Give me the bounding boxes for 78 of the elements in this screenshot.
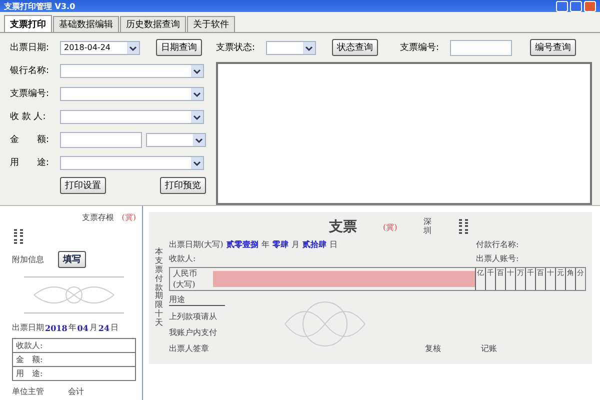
dropdown-caret-icon[interactable] [127,42,139,54]
dropdown-caret-icon[interactable] [191,88,203,100]
instruction-text: 我账户内支付 [169,327,218,338]
dropdown-caret-icon[interactable] [303,42,315,54]
currency-label: 人民币 [173,268,198,279]
dropdown-field[interactable] [60,156,204,170]
date-value: 24 [98,322,110,332]
stub-title: 支票存根 [82,212,114,223]
field-label: 出票日期(大写) [169,239,224,250]
field-label: 收 款 人: [10,110,47,123]
date-value: 贰零壹捌 [226,239,258,250]
stub-row: 金 额: [13,353,135,367]
date-value: 贰拾肆 [302,239,326,250]
field-label: 用 途: [10,156,50,169]
results-list[interactable] [216,62,592,205]
amount-field[interactable] [213,271,475,287]
stub-row-text: 用 途: [15,368,44,380]
minimize-button[interactable] [556,1,568,12]
date-unit: 日 [110,322,119,333]
field-label: 付款行名称: [476,239,520,250]
city-label: 深圳 [423,218,432,236]
signer-label: 会计 [68,386,84,397]
field-label: 银行名称: [10,64,50,77]
date-picker[interactable]: 2018-04-24 [60,40,140,54]
instruction-text: 出票人签章 [169,343,210,354]
number-query-button[interactable]: 编号查询 [530,39,576,56]
region-mark: (冀) [383,222,398,232]
print-button[interactable]: 打印设置 [60,177,106,194]
maximize-button[interactable] [570,1,582,12]
date-value: 04 [77,322,88,332]
field-label: 支票编号: [10,88,50,100]
dropdown-field[interactable] [146,132,206,146]
status-dropdown[interactable] [266,40,316,54]
instruction-text: 上列款项请从 [169,311,218,322]
date-unit: 年 [68,322,76,333]
tab[interactable]: 支票打印 [4,15,52,32]
date-unit: 月 [89,322,98,333]
date-unit: 年 [261,239,270,250]
region-mark: (冀) [122,212,136,223]
serial-number-icon [12,228,26,246]
dropdown-caret-icon[interactable] [193,134,205,146]
tab[interactable]: 关于软件 [187,16,235,32]
dropdown-field[interactable] [60,64,204,78]
date-query-button[interactable]: 日期查询 [156,39,202,56]
tab[interactable]: 基础数据编辑 [53,16,119,32]
window-title: 支票打印管理 V3.0 [4,2,76,12]
validity-note: 本支票付款期限十天 [155,248,163,328]
tab[interactable]: 历史数据查询 [120,16,186,32]
stub-row: 收款人: [13,339,135,353]
print-button[interactable]: 打印预览 [160,177,206,194]
date-unit: 月 [291,239,300,250]
number-input[interactable] [450,40,512,56]
input-field[interactable] [60,132,142,148]
cheque-title: 支票 [329,218,357,236]
dropdown-caret-icon[interactable] [191,156,203,168]
signer-label: 单位主管 [12,386,44,397]
dropdown-caret-icon[interactable] [191,110,203,122]
field-label: 收款人: [169,253,196,264]
field-label: 用途 [169,294,225,306]
field-label: 支票状态: [216,42,256,54]
field-label: 出票日期: [10,42,50,54]
date-value: 零肆 [272,239,288,250]
field-label: 附加信息 [12,254,44,265]
field-label: 支票编号: [400,42,440,54]
dropdown-field[interactable] [60,110,204,124]
signer-label: 复核 [425,343,441,354]
currency-note: (大写) [173,279,196,290]
fill-in-button[interactable]: 填写 [58,251,86,268]
status-query-button[interactable]: 状态查询 [332,39,378,56]
signer-label: 记账 [481,343,497,354]
dropdown-caret-icon[interactable] [191,64,203,76]
field-label: 出票人账号: [476,253,520,264]
close-button[interactable] [584,1,596,12]
dropdown-field[interactable] [60,86,204,100]
field-label: 出票日期 [12,322,44,333]
date-value: 2018 [45,322,68,332]
field-label: 金 额: [10,134,50,146]
date-unit: 日 [329,239,338,250]
